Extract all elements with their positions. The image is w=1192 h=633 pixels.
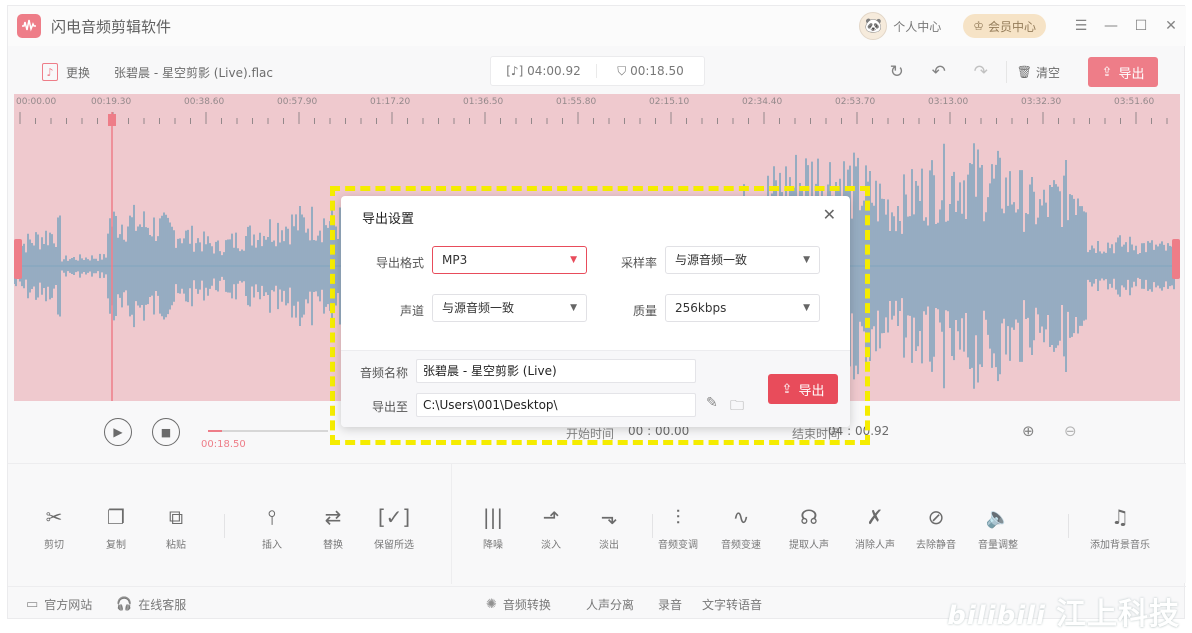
close-icon[interactable]: ✕ xyxy=(823,205,836,224)
format-value: MP3 xyxy=(442,253,468,267)
format-label: 导出格式 xyxy=(375,256,424,270)
export-settings-dialog: 导出设置 ✕ 导出格式 MP3 ▼ 采样率 与源音频一致 ▼ 声道 与源音频一致 ▼ … xyxy=(341,196,850,427)
samplerate-value: 与源音频一致 xyxy=(675,253,748,267)
channel-value: 与源音频一致 xyxy=(442,301,515,315)
dialog-title: 导出设置 xyxy=(362,212,415,227)
chevron-down-icon: ▼ xyxy=(570,255,577,265)
format-select[interactable]: MP3 ▼ xyxy=(432,246,587,274)
chevron-down-icon: ▼ xyxy=(803,255,810,265)
samplerate-label: 采样率 xyxy=(620,256,657,270)
export-path-label: 导出至 xyxy=(371,400,408,414)
channel-select[interactable]: 与源音频一致 ▼ xyxy=(432,294,587,322)
samplerate-select[interactable]: 与源音频一致 ▼ xyxy=(665,246,820,274)
dialog-export-label: 导出 xyxy=(798,383,825,399)
channel-label: 声道 xyxy=(399,304,424,318)
upload-icon: ⇪ xyxy=(781,381,793,397)
export-path-input[interactable]: C:\Users\001\Desktop\ xyxy=(416,393,696,417)
audio-name-label: 音频名称 xyxy=(359,366,408,380)
chevron-down-icon: ▼ xyxy=(570,303,577,313)
edit-icon[interactable]: ✎ xyxy=(706,395,718,411)
chevron-down-icon: ▼ xyxy=(803,303,810,313)
quality-select[interactable]: 256kbps ▼ xyxy=(665,294,820,322)
folder-icon[interactable]: 🗀 xyxy=(730,395,744,419)
dialog-export-button[interactable]: ⇪ 导出 xyxy=(768,374,838,404)
quality-label: 质量 xyxy=(632,304,657,318)
audio-name-input[interactable]: 张碧晨 - 星空剪影 (Live) xyxy=(416,359,696,383)
quality-value: 256kbps xyxy=(675,301,727,315)
